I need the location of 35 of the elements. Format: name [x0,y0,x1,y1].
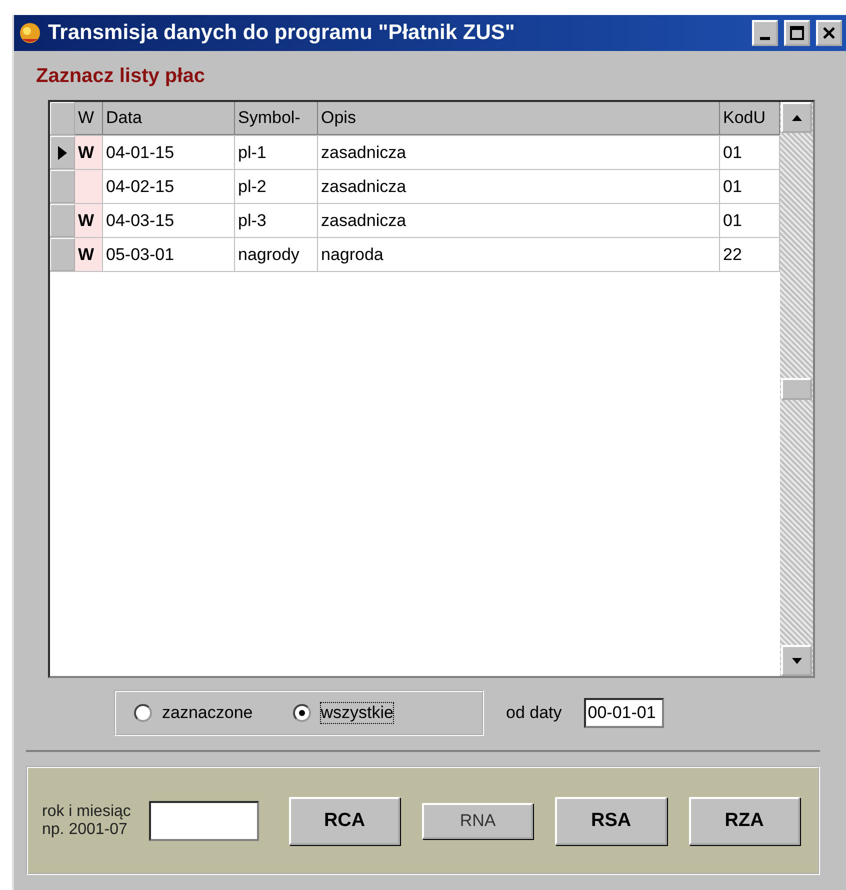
column-header[interactable]: W [75,102,103,135]
radio-option[interactable]: wszystkie [292,703,394,723]
section-caption: Zaznacz listy płac [36,65,206,88]
date-label: od daty [506,703,562,723]
report-button[interactable]: RNA [422,802,534,838]
minimize-icon [760,36,770,40]
scroll-thumb[interactable] [781,378,812,400]
column-header[interactable]: Data [103,102,235,135]
report-button[interactable]: RZA [688,796,800,844]
table-cell: W [75,238,103,271]
maximize-button[interactable] [784,20,810,46]
up-arrow-icon [792,114,802,120]
row-selector[interactable] [50,136,75,169]
column-header[interactable]: KodU [720,102,780,135]
current-row-icon [58,146,67,160]
close-button[interactable] [816,20,842,46]
window-title: Transmisja danych do programu "Płatnik ZUS" [48,21,516,45]
table-cell: W [75,204,103,237]
maximize-icon [790,26,804,40]
column-header[interactable]: Opis [318,102,720,135]
date-field[interactable]: 00-01-01 [584,698,664,728]
scrollbar[interactable] [780,102,813,676]
report-button[interactable]: RSA [555,796,667,844]
report-button[interactable]: RCA [288,796,400,844]
app-icon [18,21,42,45]
close-icon [822,26,836,40]
scroll-up-button[interactable] [781,102,812,133]
month-field[interactable] [148,800,259,840]
minimize-button[interactable] [752,20,778,46]
table-cell: W [75,136,103,169]
month-label: rok i miesiąc np. 2001-07 [42,802,131,838]
scroll-down-button[interactable] [781,645,812,676]
radio-option[interactable]: zaznaczone [134,703,253,723]
down-arrow-icon [792,658,802,664]
column-header[interactable]: Symbol- [235,102,318,135]
